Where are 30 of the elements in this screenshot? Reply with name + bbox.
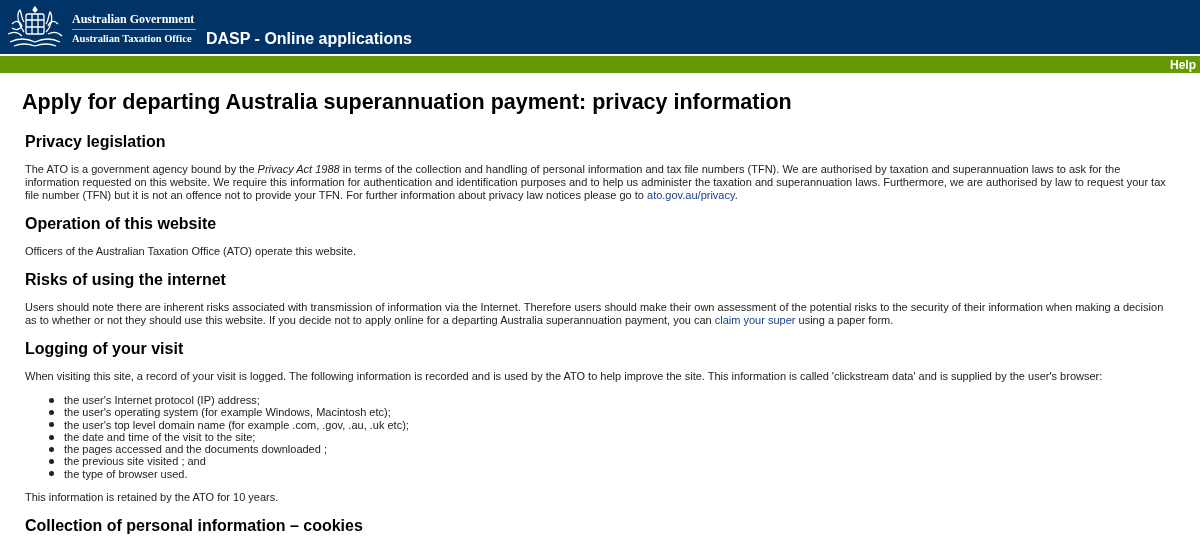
section-heading: Privacy legislation [25, 132, 167, 152]
list-item-text: the date and time of the visit to the site; [64, 430, 256, 444]
office-name: Australian Taxation Office [72, 31, 193, 45]
bullet-icon [49, 397, 54, 403]
body-paragraph: The ATO is a government agency bound by the Privacy Act 1988 in terms of the collection and handling of personal information and tax file numbers (TFN). We are authorised by taxation and superannuation laws to ask for the information requested on this website. We require this information for authentication and identification purposes and to help us administer the taxation and superannuation laws. Furthermore, we are authorised by law to request your tax file number (TFN) but it is not an offence not to provide your TFN. For further information about privacy law notices please go to ato.gov.au/privacy. [25, 163, 1167, 202]
bullet-icon [49, 434, 54, 440]
bullet-icon [49, 422, 54, 428]
section-heading: Logging of your visit [25, 339, 185, 359]
list-item-text: the user's Internet protocol (IP) address; [64, 394, 260, 407]
list-item-text: the previous site visited ; and [64, 455, 206, 468]
page-title: Apply for departing Australia superannuation payment: privacy information [22, 89, 793, 115]
section-heading: Risks of using the internet [25, 270, 227, 290]
list-item-text: the type of browser used. [64, 467, 188, 481]
section-heading: Collection of personal information – cookies [25, 516, 364, 537]
list-item-text: the user's top level domain name (for example .com, .gov, .au, .uk etc); [64, 418, 409, 431]
bullet-icon [49, 446, 54, 452]
government-name: Australian Government [72, 11, 196, 27]
section-heading: Operation of this website [25, 214, 218, 234]
bullet-icon [49, 471, 54, 477]
list-item-text: the user's operating system (for example Windows, Macintosh etc); [64, 406, 391, 419]
text-link[interactable]: claim your super [714, 314, 796, 326]
list-item-text: the pages accessed and the documents downloaded ; [64, 443, 327, 456]
body-paragraph: Officers of the Australian Taxation Office (ATO) operate this website. [25, 245, 357, 258]
text-link[interactable]: ato.gov.au/privacy [647, 189, 735, 201]
body-paragraph: When visiting this site, a record of your visit is logged. The following information is recorded and is used by the ATO to help improve the site. This information is called 'clickstream data' and is supplied by the user's browser: [25, 370, 1104, 383]
body-paragraph: This information is retained by the ATO for 10 years. [25, 491, 280, 505]
bullet-icon [49, 409, 54, 415]
body-paragraph: Users should note there are inherent risks associated with transmission of information via the Internet. Therefore users should make their own assessment of the potential risks to the security of their information when making a decision as to whether or not they should use this website. If you decide not to apply online for a departing Australia superannuation payment, you can claim your super using a paper form. [25, 301, 1165, 327]
app-title: DASP - Online applications [206, 29, 412, 49]
bullet-icon [49, 459, 54, 465]
